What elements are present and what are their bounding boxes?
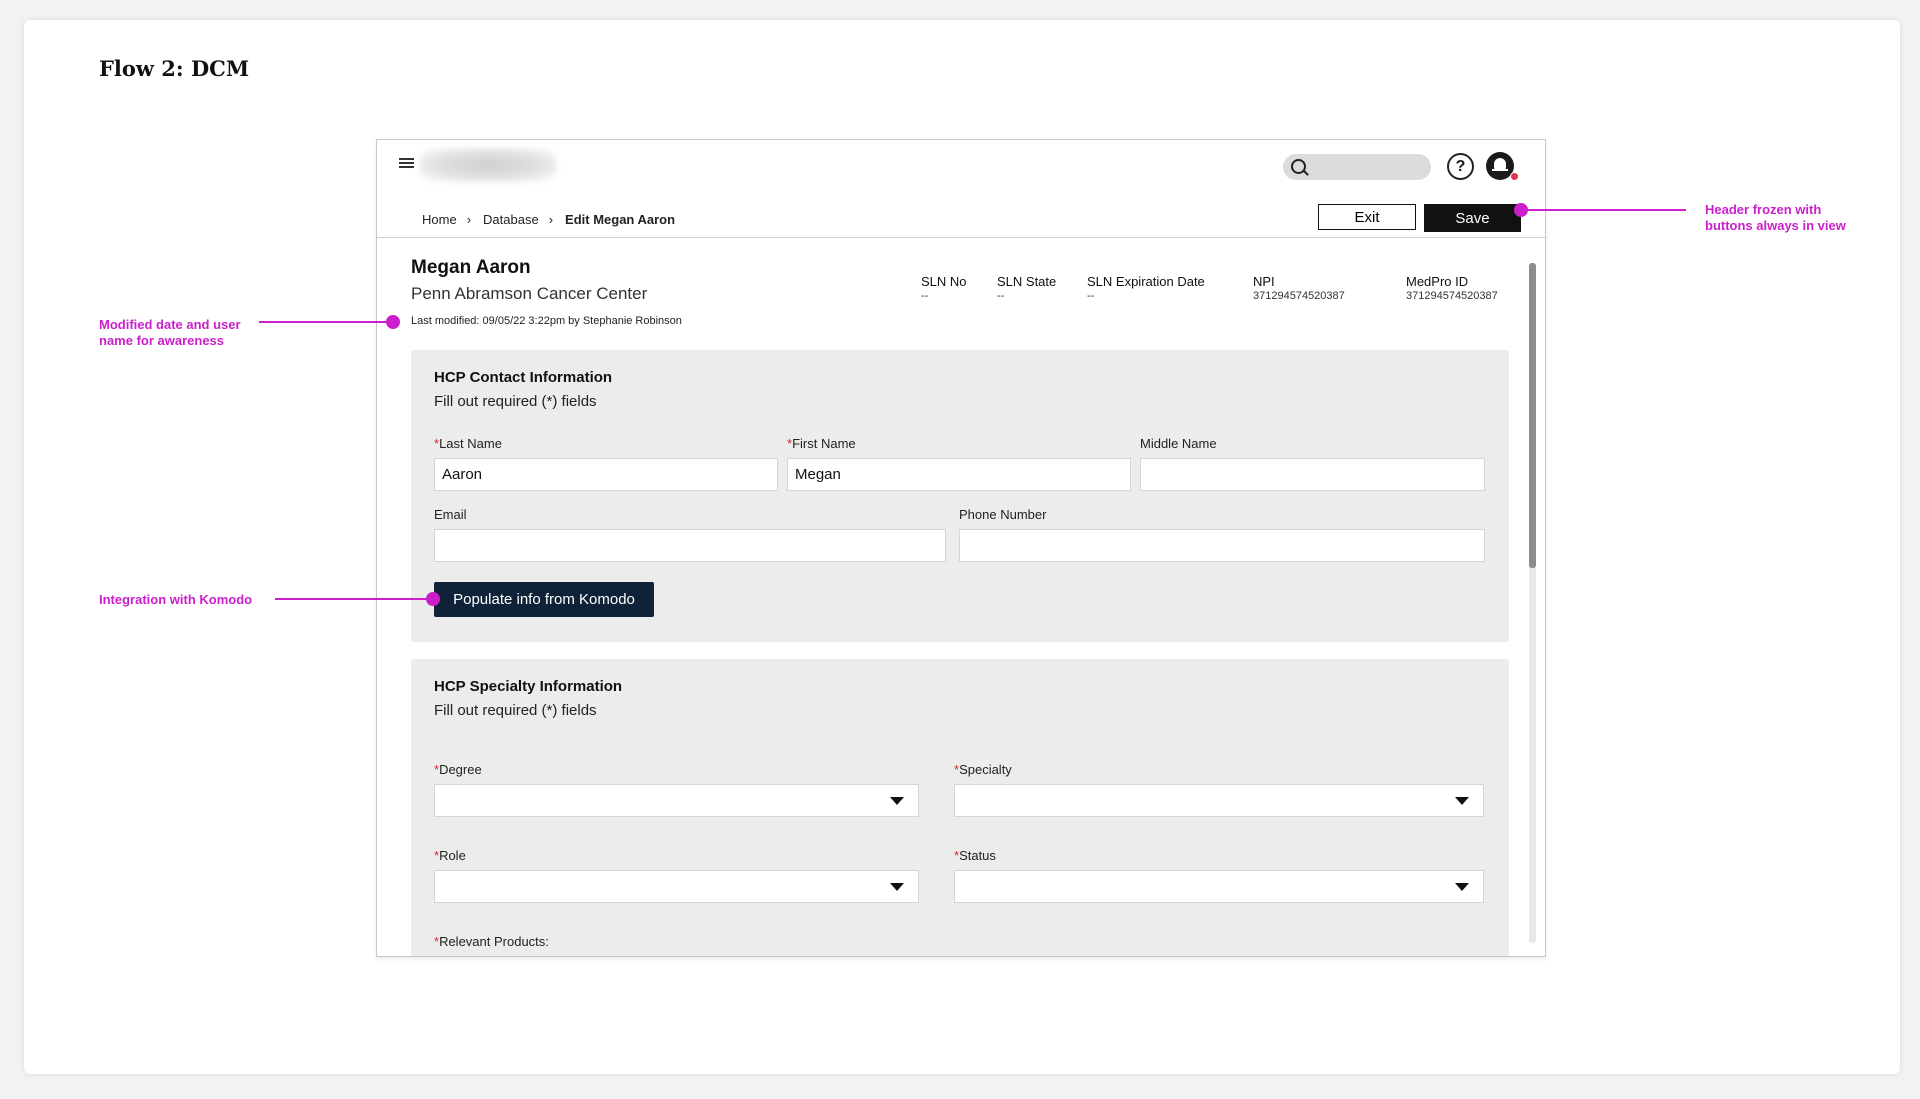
phone-label: Phone Number (959, 507, 1047, 522)
save-button[interactable]: Save (1424, 204, 1521, 232)
relevant-products-label: *Relevant Products: (434, 934, 549, 949)
chevron-right-icon: › (548, 212, 554, 227)
specialty-section: HCP Specialty Information Fill out requi… (411, 659, 1509, 956)
email-field[interactable] (434, 529, 946, 562)
section-subtitle: Fill out required (*) fields (434, 702, 597, 719)
meta-label: SLN No (921, 274, 967, 289)
help-icon[interactable]: ? (1447, 153, 1474, 180)
meta-sln-no: SLN No -- (921, 274, 967, 302)
annotation-komodo: Integration with Komodo (99, 592, 253, 607)
hamburger-icon[interactable] (399, 158, 414, 169)
meta-label: MedPro ID (1406, 274, 1469, 289)
breadcrumb-home[interactable]: Home (422, 212, 457, 227)
status-label: *Status (954, 848, 996, 863)
breadcrumb-current: Edit Megan Aaron (565, 212, 676, 227)
email-label: Email (434, 507, 467, 522)
annotation-line (259, 321, 392, 323)
top-bar: ? (377, 140, 1545, 192)
caret-down-icon (1455, 883, 1469, 891)
notification-badge (1510, 172, 1519, 181)
section-subtitle: Fill out required (*) fields (434, 393, 597, 410)
chevron-right-icon: › (466, 212, 472, 227)
meta-value: -- (997, 290, 1005, 302)
caret-down-icon (890, 883, 904, 891)
annotation-modified: Modified date and user name for awareness (99, 317, 241, 348)
app-window: ? Home › Database › Edit Megan Aaron Exi… (376, 139, 1546, 957)
last-name-field[interactable]: Aaron (434, 458, 778, 491)
annotation-dot (426, 592, 440, 606)
meta-label: SLN Expiration Date (1087, 274, 1205, 289)
annotation-header: Header frozen with buttons always in view (1705, 202, 1846, 233)
search-icon (1291, 159, 1306, 174)
phone-field[interactable] (959, 529, 1485, 562)
breadcrumb-database[interactable]: Database (483, 212, 539, 227)
role-select[interactable] (434, 870, 919, 903)
meta-label: NPI (1253, 274, 1275, 289)
caret-down-icon (890, 797, 904, 805)
meta-medpro-id: MedPro ID 371294574520387 (1406, 274, 1498, 302)
middle-name-field[interactable] (1140, 458, 1485, 491)
search-input[interactable] (1283, 154, 1431, 180)
meta-value: -- (1087, 290, 1095, 302)
specialty-label: *Specialty (954, 762, 1012, 777)
meta-value: 371294574520387 (1406, 290, 1498, 302)
exit-button[interactable]: Exit (1318, 204, 1416, 230)
logo-placeholder (419, 148, 557, 182)
meta-label: SLN State (997, 274, 1057, 289)
meta-sln-state: SLN State -- (997, 274, 1056, 302)
contact-section: HCP Contact Information Fill out require… (411, 350, 1509, 642)
meta-sln-expiration: SLN Expiration Date -- (1087, 274, 1205, 302)
middle-name-label: Middle Name (1140, 436, 1217, 451)
annotation-line (1522, 209, 1686, 211)
meta-value: 371294574520387 (1253, 290, 1345, 302)
populate-komodo-button[interactable]: Populate info from Komodo (434, 582, 654, 617)
annotation-line (275, 598, 431, 600)
last-name-label: *Last Name (434, 436, 502, 451)
first-name-label: *First Name (787, 436, 856, 451)
role-label: *Role (434, 848, 466, 863)
breadcrumb: Home › Database › Edit Megan Aaron (422, 212, 675, 227)
scrollbar-thumb[interactable] (1529, 263, 1536, 568)
status-select[interactable] (954, 870, 1484, 903)
flow-title: Flow 2: DCM (99, 56, 250, 81)
last-modified: Last modified: 09/05/22 3:22pm by Stepha… (411, 315, 682, 327)
first-name-field[interactable]: Megan (787, 458, 1131, 491)
degree-select[interactable] (434, 784, 919, 817)
bell-icon[interactable] (1486, 152, 1519, 181)
caret-down-icon (1455, 797, 1469, 805)
meta-npi: NPI 371294574520387 (1253, 274, 1345, 302)
annotation-dot (386, 315, 400, 329)
header-divider (377, 237, 1545, 238)
degree-label: *Degree (434, 762, 482, 777)
profile-organization: Penn Abramson Cancer Center (411, 284, 648, 303)
section-title: HCP Specialty Information (434, 678, 623, 695)
section-title: HCP Contact Information (434, 369, 613, 386)
specialty-select[interactable] (954, 784, 1484, 817)
meta-value: -- (921, 290, 929, 302)
profile-name: Megan Aaron (411, 257, 531, 278)
